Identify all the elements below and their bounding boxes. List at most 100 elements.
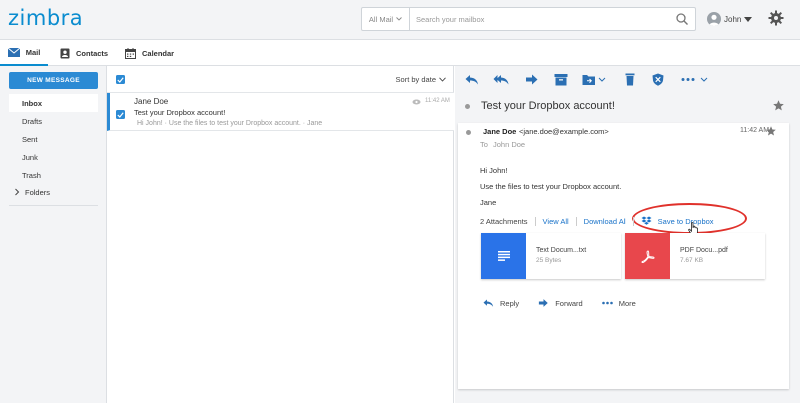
download-all-link[interactable]: Download All [584, 217, 626, 226]
sidebar-item-label: Drafts [22, 116, 43, 126]
forward-icon[interactable] [525, 73, 539, 86]
pdf-document-icon [625, 233, 670, 279]
chevron-down-icon [396, 17, 402, 21]
search-input[interactable] [416, 8, 666, 30]
sort-label: Sort by date [395, 75, 436, 84]
body-line: Use the files to test your Dropbox accou… [480, 182, 622, 191]
archive-icon[interactable] [554, 73, 568, 86]
sidebar-item-inbox[interactable]: Inbox [9, 94, 98, 112]
view-all-link[interactable]: View All [543, 217, 569, 226]
forward-label: Forward [555, 298, 583, 308]
message-time: 11:42 AM [425, 98, 450, 104]
sidebar-item-label: Trash [22, 170, 41, 180]
select-all-checkbox[interactable] [116, 75, 125, 84]
new-message-button[interactable]: NEW MESSAGE [9, 72, 98, 89]
tab-contacts-label: Contacts [76, 48, 109, 58]
text-document-icon [481, 233, 526, 279]
tab-mail-label: Mail [25, 47, 41, 57]
reply-button[interactable]: Reply [483, 298, 519, 308]
check-icon [117, 111, 124, 118]
user-menu[interactable]: John [707, 9, 753, 29]
more-button[interactable]: More [601, 298, 636, 308]
check-icon [117, 76, 124, 83]
forward-icon [539, 299, 548, 307]
save-to-dropbox-button[interactable]: Save to Dropbox [641, 216, 714, 226]
divider [534, 216, 536, 226]
attachment-size: 7.67 KB [680, 257, 704, 264]
attachment-card[interactable]: PDF Docu...pdf 7.67 KB [625, 233, 765, 279]
message-actions: Reply Forward More [483, 298, 655, 308]
search-icon[interactable] [675, 12, 689, 26]
tab-calendar[interactable]: Calendar [125, 40, 174, 66]
calendar-icon [125, 47, 136, 59]
read-receipt-icon [412, 99, 421, 105]
sidebar-item-label: Inbox [22, 98, 42, 108]
unread-indicator [465, 104, 470, 109]
unread-indicator [466, 130, 471, 135]
reply-all-icon[interactable] [493, 73, 509, 86]
save-to-dropbox-label: Save to Dropbox [657, 216, 714, 226]
attachment-card[interactable]: Text Docum...txt 25 Bytes [481, 233, 621, 279]
divider [632, 216, 634, 226]
user-name: John [724, 14, 742, 24]
chevron-down-icon [439, 77, 446, 82]
sidebar-item-drafts[interactable]: Drafts [9, 112, 98, 130]
search-scope-label: All Mail [368, 14, 394, 24]
reply-icon[interactable] [465, 73, 479, 86]
sidebar: NEW MESSAGE Inbox Drafts Sent Junk Trash… [0, 66, 107, 403]
sidebar-item-sent[interactable]: Sent [9, 130, 98, 148]
sidebar-item-junk[interactable]: Junk [9, 148, 98, 166]
attachment-bar: 2 Attachments View All Download All Save… [480, 216, 714, 226]
top-bar: zimbra All Mail John [0, 0, 800, 40]
search-scope-dropdown[interactable]: All Mail [362, 8, 410, 30]
spam-shield-icon[interactable] [651, 73, 665, 86]
app-tabs: Mail Contacts Calendar [0, 40, 800, 66]
gear-icon[interactable] [768, 10, 784, 26]
move-to-folder-icon[interactable] [582, 73, 606, 86]
mail-icon [7, 47, 20, 57]
more-options-icon[interactable] [681, 73, 709, 86]
star-icon[interactable] [766, 126, 776, 136]
attachment-name: Text Docum...txt [536, 247, 587, 254]
attachment-size: 25 Bytes [536, 257, 562, 264]
sender-name[interactable]: Jane Doe [483, 127, 516, 136]
star-icon[interactable] [773, 100, 784, 111]
zimbra-logo[interactable]: zimbra [8, 6, 83, 30]
divider [575, 216, 577, 226]
more-label: More [618, 298, 636, 308]
sort-dropdown[interactable]: Sort by date [396, 75, 446, 84]
forward-button[interactable]: Forward [538, 298, 583, 308]
message-checkbox[interactable] [116, 110, 125, 119]
recipient-name[interactable]: John Doe [493, 140, 525, 149]
message-toolbar [455, 66, 800, 93]
reply-label: Reply [500, 298, 520, 308]
message-row[interactable]: Jane Doe Test your Dropbox account! Hi J… [107, 93, 454, 131]
sidebar-item-label: Sent [22, 134, 38, 144]
dropbox-icon [641, 216, 652, 225]
chevron-right-icon [15, 188, 20, 196]
more-dots-icon [601, 301, 613, 305]
attachment-name: PDF Docu...pdf [680, 247, 728, 254]
divider [9, 205, 98, 206]
message-time: 11:42 AM [740, 127, 770, 134]
sidebar-item-label: Folders [25, 187, 51, 197]
to-label: To [480, 140, 488, 149]
sidebar-item-label: Junk [22, 152, 38, 162]
sidebar-item-trash[interactable]: Trash [9, 166, 98, 184]
body-line: Jane [480, 198, 497, 207]
sender-email[interactable]: <jane.doe@example.com> [519, 127, 609, 136]
sidebar-item-folders[interactable]: Folders [9, 183, 98, 201]
message-list-header: Sort by date [107, 66, 454, 93]
delete-icon[interactable] [623, 73, 637, 86]
message-list: Sort by date Jane Doe Test your Dropbox … [107, 66, 454, 403]
tab-contacts[interactable]: Contacts [60, 40, 108, 66]
body-line: Hi John! [480, 166, 508, 175]
message-sender: Jane Doe [134, 97, 169, 106]
tab-calendar-label: Calendar [142, 48, 175, 58]
reply-icon [483, 299, 494, 307]
message-subject: Test your Dropbox account! [134, 108, 226, 117]
message-card: Jane Doe <jane.doe@example.com> 11:42 AM… [458, 123, 789, 389]
avatar [707, 12, 721, 26]
tab-mail[interactable]: Mail [0, 40, 48, 66]
attachment-count: 2 Attachments [480, 216, 528, 226]
